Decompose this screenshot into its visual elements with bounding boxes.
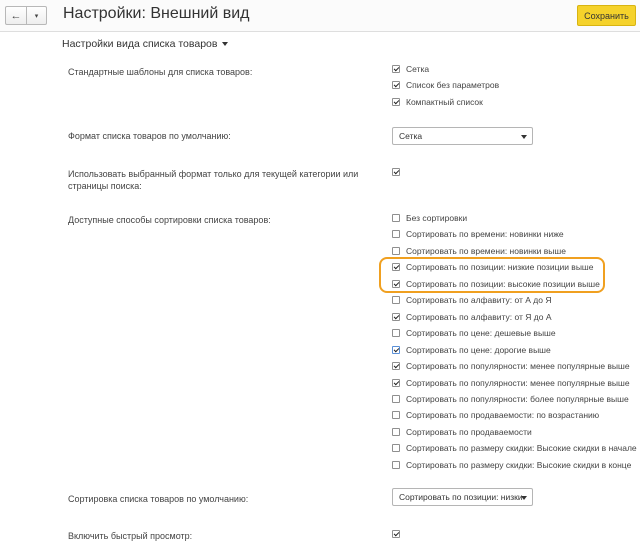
section-toggle[interactable]: Настройки вида списка товаров xyxy=(62,38,229,50)
checkbox[interactable] xyxy=(392,345,400,354)
templates-option[interactable]: Сетка xyxy=(392,63,429,75)
default-sort-select[interactable]: Сортировать по позиции: низки xyxy=(392,488,533,506)
checkbox[interactable] xyxy=(392,444,400,453)
default-format-select[interactable]: Сетка xyxy=(392,127,533,145)
quick-view-checkbox[interactable] xyxy=(392,530,400,538)
checkbox[interactable] xyxy=(392,411,400,420)
checkbox-label: Сортировать по алфавиту: от А до Я xyxy=(406,295,552,306)
sorting-option[interactable]: Сортировать по времени: новинки ниже xyxy=(392,228,564,240)
default-sort-label: Сортировка списка товаров по умолчанию: xyxy=(68,494,249,504)
sorting-option[interactable]: Сортировать по популярности: менее попул… xyxy=(392,360,630,372)
current-only-checkbox-row[interactable] xyxy=(392,166,400,178)
checkbox-label: Сортировать по размеру скидки: Высокие с… xyxy=(406,443,637,454)
checkbox-label: Сортировать по времени: новинки выше xyxy=(406,245,566,256)
templates-option[interactable]: Список без параметров xyxy=(392,79,499,91)
sorting-option[interactable]: Сортировать по популярности: менее попул… xyxy=(392,377,630,389)
sorting-option[interactable]: Сортировать по алфавиту: от Я до А xyxy=(392,311,551,323)
quick-view-label: Включить быстрый просмотр: xyxy=(68,531,193,541)
templates-option[interactable]: Компактный список xyxy=(392,96,483,108)
checkbox-label: Сортировать по продаваемости xyxy=(406,426,532,437)
checkbox[interactable] xyxy=(392,460,400,469)
checkbox[interactable] xyxy=(392,65,400,73)
checkbox[interactable] xyxy=(392,427,400,436)
sorting-option[interactable]: Сортировать по алфавиту: от А до Я xyxy=(392,294,551,306)
dropdown-arrow-icon xyxy=(521,496,527,500)
checkbox-label: Сортировать по размеру скидки: Высокие с… xyxy=(406,459,632,470)
checkbox[interactable] xyxy=(392,296,400,305)
checkbox-label: Список без параметров xyxy=(406,80,500,91)
sorting-option[interactable]: Сортировать по цене: дорогие выше xyxy=(392,344,551,356)
section-title: Настройки вида списка товаров xyxy=(62,38,218,50)
checkbox-label: Сортировать по цене: дорогие выше xyxy=(406,344,551,355)
checkbox-label: Сортировать по популярности: менее попул… xyxy=(406,377,630,388)
caret-down-icon xyxy=(222,42,229,46)
templates-label: Стандартные шаблоны для списка товаров: xyxy=(68,67,253,77)
default-sort-value: Сортировать по позиции: низки xyxy=(399,492,523,502)
checkbox-label: Сортировать по популярности: менее попул… xyxy=(406,361,630,372)
sorting-label: Доступные способы сортировки списка това… xyxy=(68,215,271,225)
checkbox-label: Сортировать по цене: дешевые выше xyxy=(406,328,556,339)
dropdown-arrow-icon xyxy=(521,135,527,139)
checkbox[interactable] xyxy=(392,81,400,90)
checkbox-label: Сортировать по времени: новинки ниже xyxy=(406,229,564,240)
sorting-option[interactable]: Сортировать по цене: дешевые выше xyxy=(392,327,556,339)
sorting-option[interactable]: Сортировать по размеру скидки: Высокие с… xyxy=(392,459,631,471)
page-title: Настройки: Внешний вид xyxy=(63,5,250,22)
checkbox-label: Компактный список xyxy=(406,96,483,107)
checkbox[interactable] xyxy=(392,362,400,371)
checkbox[interactable] xyxy=(392,246,400,255)
sorting-option[interactable]: Сортировать по времени: новинки выше xyxy=(392,245,566,257)
save-button[interactable]: Сохранить xyxy=(577,5,636,26)
sorting-option[interactable]: Сортировать по популярности: более попул… xyxy=(392,393,629,405)
checkbox[interactable] xyxy=(392,230,400,239)
nav-menu-button[interactable]: ▾ xyxy=(27,7,46,24)
sorting-option[interactable]: Сортировать по продаваемости xyxy=(392,426,532,438)
chevron-down-icon: ▾ xyxy=(34,12,39,20)
highlight-frame xyxy=(379,257,605,293)
sorting-option[interactable]: Сортировать по продаваемости: по возраст… xyxy=(392,409,599,421)
current-only-checkbox[interactable] xyxy=(392,168,400,176)
current-only-label: Использовать выбранный формат только для… xyxy=(68,169,359,191)
nav-button-group: ← ▾ xyxy=(5,6,47,25)
checkbox[interactable] xyxy=(392,214,400,222)
checkbox[interactable] xyxy=(392,97,400,106)
checkbox-label: Сортировать по продаваемости: по возраст… xyxy=(406,410,600,421)
sorting-option[interactable]: Без сортировки xyxy=(392,212,467,224)
checkbox[interactable] xyxy=(392,312,400,321)
checkbox-label: Сортировать по популярности: более попул… xyxy=(406,393,629,404)
checkbox-label: Сортировать по алфавиту: от Я до А xyxy=(406,311,552,322)
checkbox[interactable] xyxy=(392,329,400,338)
quick-view-checkbox-row[interactable] xyxy=(392,528,400,540)
back-arrow-icon: ← xyxy=(10,9,22,22)
checkbox-label: Сетка xyxy=(406,64,430,74)
title-bar: ← ▾ Настройки: Внешний вид Сохранить xyxy=(0,0,640,32)
checkbox[interactable] xyxy=(392,378,400,387)
default-format-value: Сетка xyxy=(399,131,423,141)
default-format-label: Формат списка товаров по умолчанию: xyxy=(68,131,231,141)
checkbox-label: Без сортировки xyxy=(406,213,468,223)
sorting-option[interactable]: Сортировать по размеру скидки: Высокие с… xyxy=(392,442,637,454)
back-button[interactable]: ← xyxy=(6,7,27,24)
checkbox[interactable] xyxy=(392,394,400,403)
